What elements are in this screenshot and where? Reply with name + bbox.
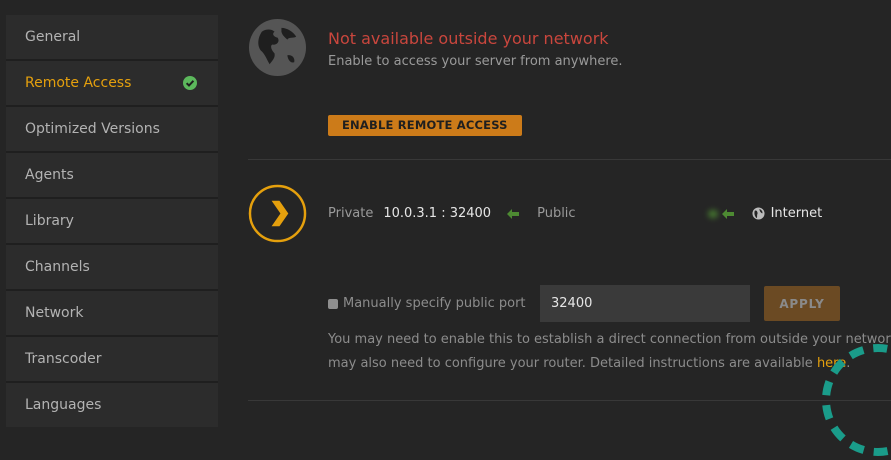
apply-button[interactable]: APPLY [764,286,840,321]
remote-access-panel: Not available outside your network Enabl… [218,0,891,456]
status-subtitle: Enable to access your server from anywhe… [328,54,623,69]
status-title: Not available outside your network [328,29,609,48]
internet-label: Internet [770,206,823,221]
sidebar-item-label: Remote Access [25,75,132,91]
sidebar-item-general[interactable]: General [6,15,218,59]
settings-sidebar: General Remote Access Optimized Versions… [6,15,218,427]
public-label: Public [537,206,576,221]
arrow-left-icon [721,208,734,219]
sidebar-item-label: Optimized Versions [25,121,160,137]
sidebar-item-transcoder[interactable]: Transcoder [6,337,218,381]
sidebar-item-label: Transcoder [25,351,102,367]
sidebar-item-label: Channels [25,259,90,275]
public-address-hidden [588,208,718,220]
section-divider [248,400,891,401]
private-label: Private [328,206,374,221]
internet-globe-icon [752,207,765,220]
private-address: 10.0.3.1 : 32400 [383,206,492,221]
loading-spinner-icon [822,344,891,456]
sidebar-item-remote-access[interactable]: Remote Access [6,61,218,105]
sidebar-item-optimized-versions[interactable]: Optimized Versions [6,107,218,151]
enable-remote-access-button[interactable]: ENABLE REMOTE ACCESS [328,115,522,136]
sidebar-item-label: Network [25,305,84,321]
plex-server-icon [248,184,307,243]
public-port-input[interactable] [540,285,750,322]
manual-port-option[interactable]: Manually specify public port [328,296,526,311]
help-text: may also need to configure your router. … [328,356,817,371]
globe-icon [248,18,307,77]
help-text-line-1: You may need to enable this to establish… [328,332,891,347]
sidebar-item-label: Agents [25,167,74,183]
arrow-left-icon [507,208,520,219]
check-circle-icon [183,76,197,90]
sidebar-item-label: Languages [25,397,102,413]
sidebar-item-network[interactable]: Network [6,291,218,335]
connection-status-row: Private 10.0.3.1 : 32400 Public Internet [328,206,822,221]
sidebar-item-library[interactable]: Library [6,199,218,243]
section-divider [248,159,891,160]
help-text-line-2: may also need to configure your router. … [328,356,850,371]
sidebar-item-label: General [25,29,81,45]
sidebar-item-channels[interactable]: Channels [6,245,218,289]
sidebar-item-agents[interactable]: Agents [6,153,218,197]
manual-port-checkbox[interactable] [328,298,338,309]
sidebar-item-languages[interactable]: Languages [6,383,218,427]
sidebar-item-label: Library [25,213,74,229]
manual-port-label: Manually specify public port [343,296,526,311]
